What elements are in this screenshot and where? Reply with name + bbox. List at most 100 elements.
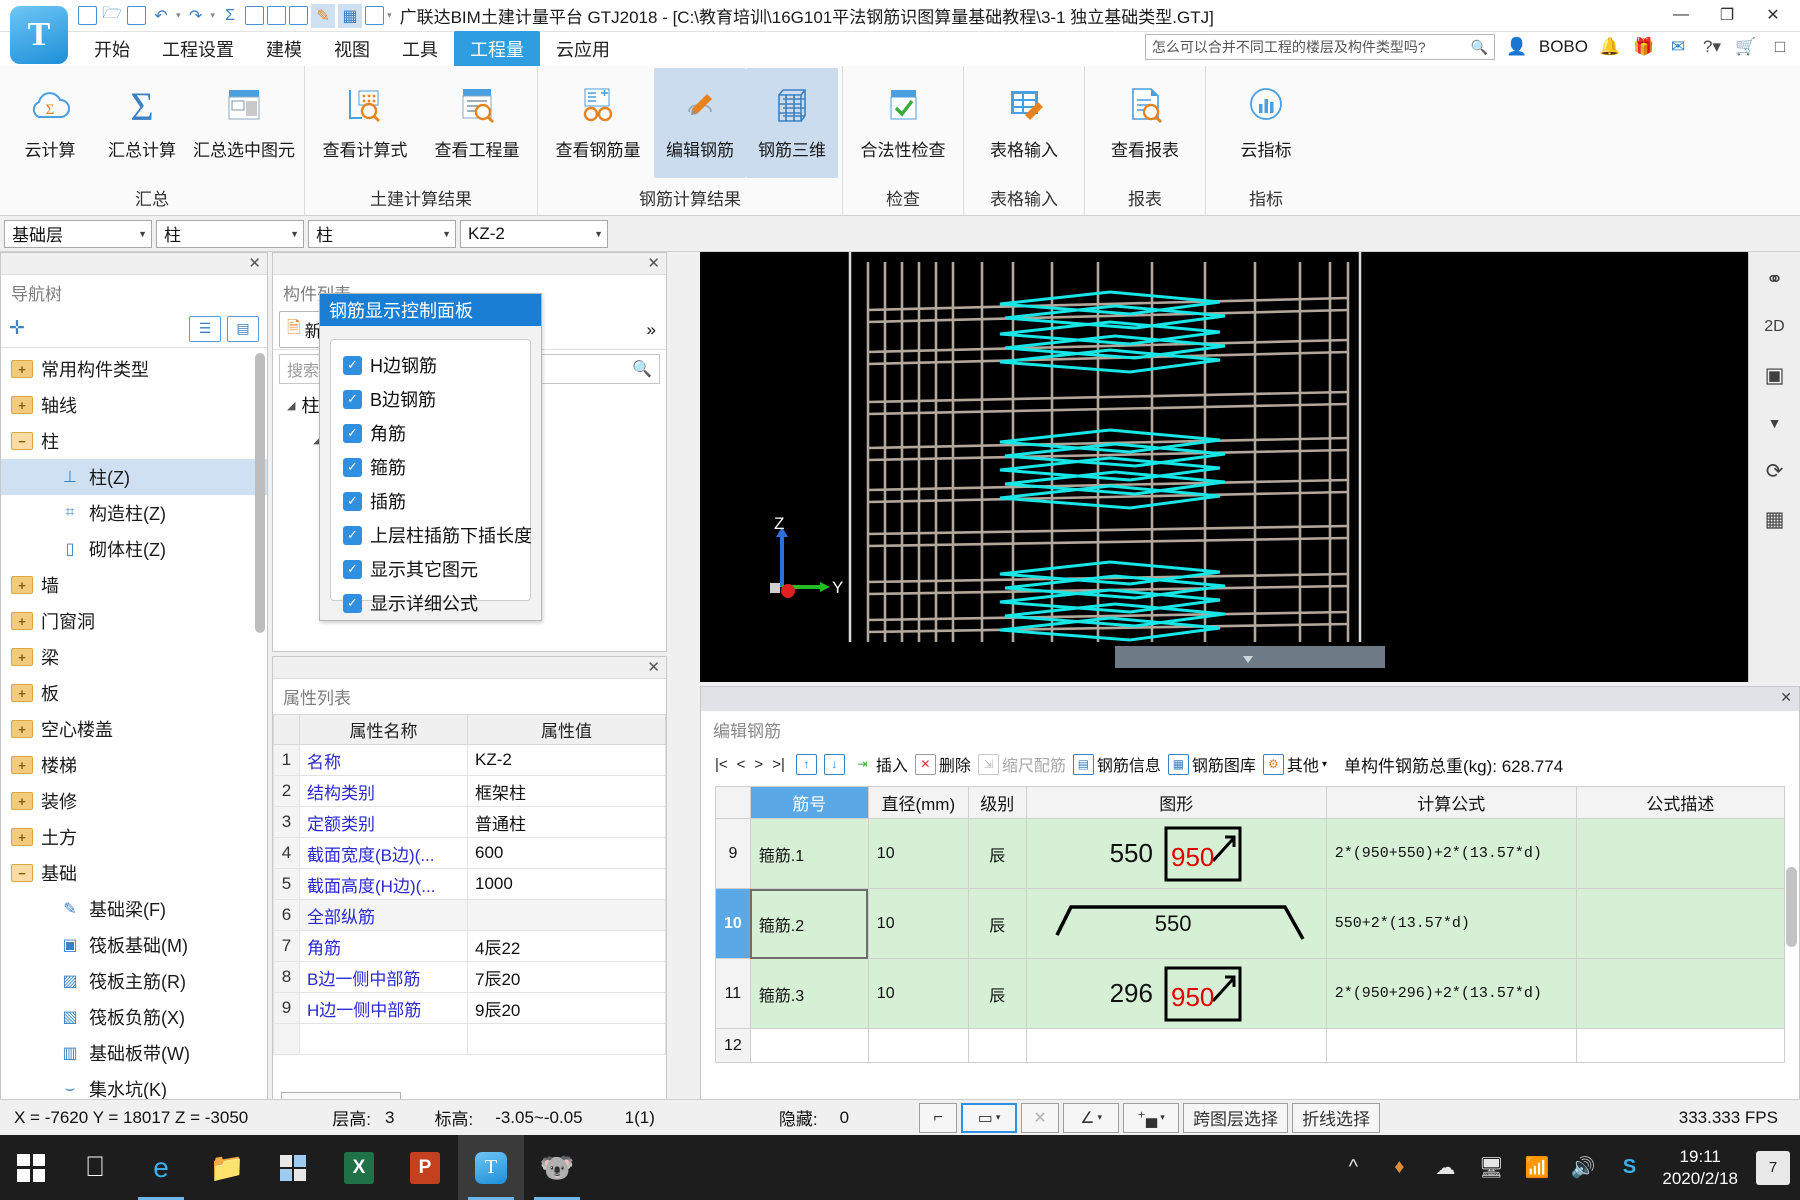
close-button[interactable]: ✕ bbox=[1750, 0, 1796, 30]
delete-button[interactable]: ✕ 删除 bbox=[914, 752, 971, 776]
tree-item-raft-main-rebar[interactable]: ▨ 筏板主筋(R) bbox=[1, 963, 267, 999]
close-icon[interactable]: ✕ bbox=[1780, 689, 1792, 706]
undo-icon[interactable]: ↶ bbox=[149, 4, 173, 28]
ribbon-button-table-input[interactable]: 表格输入 bbox=[968, 68, 1080, 178]
rebar-formula-cell[interactable] bbox=[1325, 1028, 1577, 1063]
tree-item-structural-column[interactable]: ⌗ 构造柱(Z) bbox=[1, 495, 267, 531]
chevron-down-icon[interactable]: ▾ bbox=[1322, 759, 1327, 770]
rebar-dia-cell[interactable]: 10 bbox=[867, 958, 969, 1029]
tree-item-axis[interactable]: + 轴线 bbox=[1, 387, 267, 423]
redo-dropdown-icon[interactable]: ▾ bbox=[211, 10, 216, 21]
redo-icon[interactable]: ↷ bbox=[184, 4, 208, 28]
minimize-button[interactable]: — bbox=[1658, 0, 1704, 30]
expand-icon[interactable]: □ bbox=[1768, 37, 1792, 57]
table-row[interactable]: 9 H边一侧中部筋 9⾠20 bbox=[273, 992, 666, 1024]
record-nav[interactable]: |< < > >| bbox=[715, 756, 789, 773]
gift-icon[interactable]: 🎁 bbox=[1632, 37, 1656, 57]
orbit-icon[interactable]: ⚭ bbox=[1754, 258, 1796, 300]
checkbox-row-stirrup[interactable]: ✓ 箍筋 bbox=[331, 450, 530, 484]
ribbon-button-summary-calc[interactable]: Σ 汇总计算 bbox=[96, 68, 188, 178]
ribbon-button-cloud-calc[interactable]: Σ 云计算 bbox=[4, 68, 96, 178]
tree-item-wall[interactable]: + 墙 bbox=[1, 567, 267, 603]
app-tray-icon[interactable]: ♦ bbox=[1378, 1144, 1420, 1192]
table-row[interactable]: 5 截面高度(H边)(... 1000 bbox=[273, 868, 666, 900]
scale-rebar-button[interactable]: ⇲ 缩尺配筋 bbox=[977, 752, 1066, 776]
property-value[interactable]: 4⾠22 bbox=[467, 930, 666, 962]
rebar-3d-viewport[interactable]: Z Y ⚭ 2D ▣ ▼ ⟳ ▦ bbox=[700, 252, 1800, 682]
restore-button[interactable]: ❐ bbox=[1704, 0, 1750, 30]
close-icon[interactable]: ✕ bbox=[647, 658, 660, 676]
edit-rebar-icon[interactable]: ✎ bbox=[311, 3, 336, 28]
tree-item-raft-foundation[interactable]: ▣ 筏板基础(M) bbox=[1, 927, 267, 963]
rebar-desc-cell[interactable] bbox=[1575, 818, 1786, 889]
new-icon[interactable] bbox=[78, 6, 97, 25]
app-icon[interactable]: 🐨 bbox=[524, 1135, 590, 1200]
caret-down-icon[interactable]: ◢ bbox=[287, 399, 295, 412]
notification-badge[interactable]: 7 bbox=[1756, 1150, 1790, 1185]
checkbox-row-corner-rebar[interactable]: ✓ 角筋 bbox=[331, 416, 530, 450]
grid-icon[interactable]: ▦ bbox=[1754, 498, 1796, 540]
table-row[interactable]: 12 bbox=[715, 1028, 1786, 1063]
bell-icon[interactable]: 🔔 bbox=[1598, 37, 1622, 57]
start-icon[interactable] bbox=[0, 1135, 62, 1200]
rebar-num-cell[interactable]: 箍筋.1 bbox=[749, 818, 869, 889]
rebar-shape-cell[interactable]: 550 bbox=[1025, 888, 1327, 959]
chevron-down-icon[interactable]: ▼ bbox=[1754, 402, 1796, 444]
search-icon[interactable]: 🔍 bbox=[1470, 39, 1487, 56]
move-down-icon[interactable]: ↓ bbox=[823, 753, 845, 775]
help-search-input[interactable]: 怎么可以合并不同工程的楼层及构件类型吗? 🔍 bbox=[1144, 34, 1495, 60]
calc-icon[interactable] bbox=[245, 6, 265, 25]
explorer-icon[interactable]: 📁 bbox=[194, 1135, 260, 1200]
checkbox-row-b-rebar[interactable]: ✓ B边钢筋 bbox=[331, 382, 530, 416]
subcategory-select[interactable]: 柱 ▼ bbox=[308, 219, 456, 248]
rebar-shape-header[interactable]: 图形 bbox=[1025, 786, 1327, 819]
qat-dropdown-icon[interactable]: ▾ bbox=[387, 10, 392, 21]
chevron-up-icon[interactable]: ^ bbox=[1332, 1144, 1374, 1192]
close-icon[interactable]: ✕ bbox=[647, 254, 660, 272]
property-value[interactable]: 7⾠20 bbox=[467, 961, 666, 993]
first-record-icon[interactable]: |< bbox=[715, 756, 728, 773]
quick-access-toolbar[interactable]: 🗁 ↶ ▾ ↷ ▾ Σ ✎ ▦ ▾ bbox=[78, 3, 392, 28]
rebar-desc-cell[interactable] bbox=[1575, 1028, 1786, 1063]
cross-icon[interactable]: ✕ bbox=[1021, 1102, 1060, 1133]
property-value[interactable] bbox=[467, 899, 666, 931]
tree-item-foundation-beam[interactable]: ✎ 基础梁(F) bbox=[1, 891, 267, 927]
nav-tree-list[interactable]: + 常用构件类型 + 轴线 − 柱 ⊥ 柱(Z) ⌗ 构造柱(Z) ▯ 砌体柱(Z) + 墙 … bbox=[1, 351, 267, 1134]
table-row[interactable]: 8 B边一侧中部筋 7⾠20 bbox=[273, 961, 666, 993]
nav-tree-scrollbar[interactable] bbox=[255, 353, 265, 633]
chevron-down-icon[interactable]: ▼ bbox=[586, 229, 603, 239]
ribbon-button-view-rebar-qty[interactable]: 查看钢筋量 bbox=[542, 68, 654, 178]
rebar-desc-header[interactable]: 公式描述 bbox=[1575, 786, 1786, 819]
rebar-table-vscrollbar[interactable] bbox=[1786, 867, 1797, 947]
other-button[interactable]: ⚙ 其他 ▾ bbox=[1262, 752, 1327, 776]
checkbox-checked-icon[interactable]: ✓ bbox=[343, 525, 362, 545]
tree-item-foundation[interactable]: − 基础 bbox=[1, 855, 267, 891]
menu-item-quantity[interactable]: 工程量 bbox=[454, 31, 540, 67]
gtj-icon[interactable]: T bbox=[458, 1135, 524, 1200]
task-view-icon[interactable]: ⎕ bbox=[62, 1135, 128, 1200]
display-icon[interactable]: 🖥 bbox=[1470, 1144, 1512, 1192]
table-row[interactable]: 1 名称 KZ-2 bbox=[273, 744, 666, 776]
property-value[interactable]: 普通柱 bbox=[467, 806, 666, 838]
tree-item-beam[interactable]: + 梁 bbox=[1, 639, 267, 675]
view-3d-icon[interactable]: ▣ bbox=[1754, 354, 1796, 396]
rebar-shape-cell[interactable]: 296 950 bbox=[1025, 958, 1327, 1029]
property-value[interactable] bbox=[467, 1023, 666, 1055]
floor-select[interactable]: 基础层 ▼ bbox=[4, 219, 152, 248]
table-row[interactable] bbox=[273, 1023, 666, 1055]
powerpoint-icon[interactable]: P bbox=[392, 1135, 458, 1200]
category-select[interactable]: 柱 ▼ bbox=[156, 219, 304, 248]
rebar-grade-header[interactable]: 级别 bbox=[967, 786, 1027, 819]
table-row[interactable]: 7 角筋 4⾠22 bbox=[273, 930, 666, 962]
viewport-tools[interactable]: ⚭ 2D ▣ ▼ ⟳ ▦ bbox=[1748, 252, 1800, 682]
polyline-select-button[interactable]: 折线选择 bbox=[1292, 1102, 1381, 1133]
ribbon-button-summary-selected[interactable]: 汇总选中图元 bbox=[188, 68, 300, 178]
rebar-dia-cell[interactable]: 10 bbox=[867, 888, 969, 959]
table-row[interactable]: 3 定额类别 普通柱 bbox=[273, 806, 666, 838]
insert-button[interactable]: ⇥ 插入 bbox=[852, 752, 908, 776]
property-value[interactable]: 9⾠20 bbox=[467, 992, 666, 1024]
tree-item-column-z[interactable]: ⊥ 柱(Z) bbox=[1, 459, 267, 495]
more-tools-button[interactable]: » bbox=[643, 317, 660, 343]
menu-item-view[interactable]: 视图 bbox=[318, 31, 386, 67]
tree-item-door-window[interactable]: + 门窗洞 bbox=[1, 603, 267, 639]
